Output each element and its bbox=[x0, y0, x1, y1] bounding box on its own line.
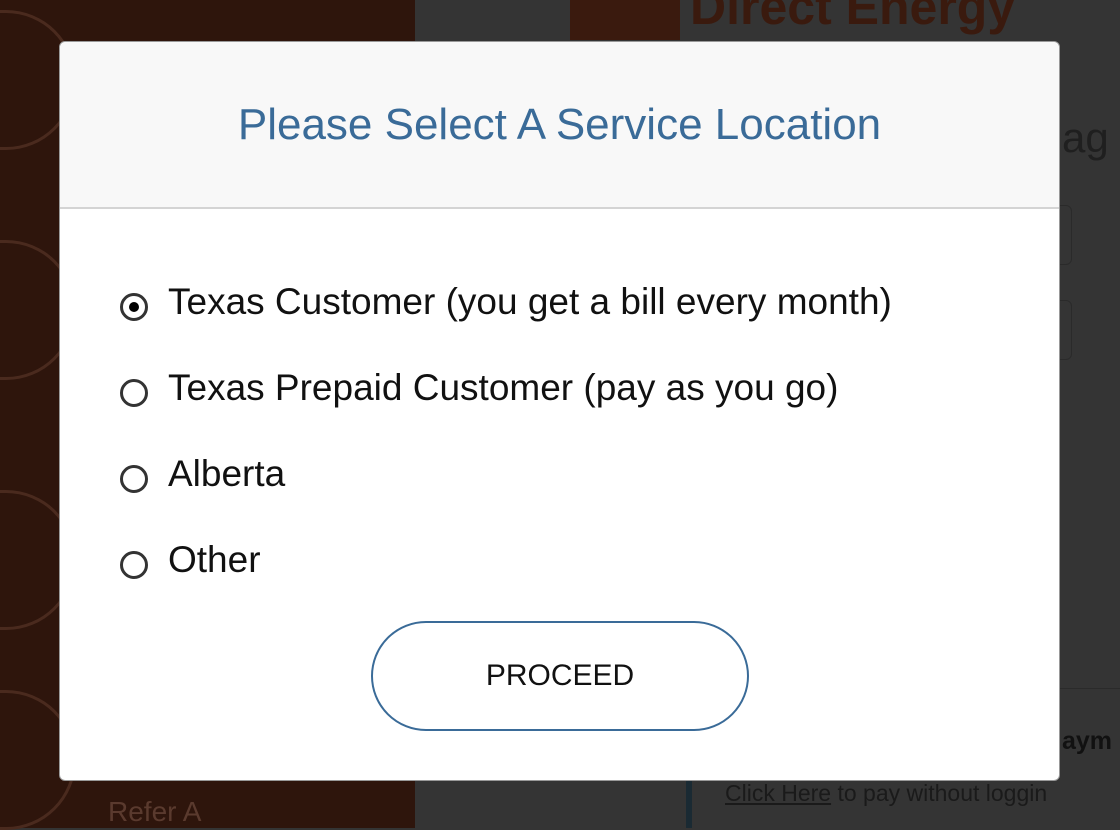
option-label: Texas Prepaid Customer (pay as you go) bbox=[168, 367, 839, 408]
option-alberta[interactable]: Alberta bbox=[120, 433, 1059, 519]
pay-text: to pay without loggin bbox=[831, 780, 1048, 806]
brand-logo: Direct Energy bbox=[690, 0, 1016, 35]
logo-icon bbox=[570, 0, 680, 40]
radio-icon[interactable] bbox=[120, 379, 148, 407]
option-texas-prepaid[interactable]: Texas Prepaid Customer (pay as you go) bbox=[120, 347, 1059, 433]
option-texas-customer[interactable]: Texas Customer (you get a bill every mon… bbox=[120, 261, 1059, 347]
modal-title: Please Select A Service Location bbox=[237, 99, 882, 149]
background-heading: ag bbox=[1062, 114, 1109, 161]
option-label: Texas Customer (you get a bill every mon… bbox=[168, 281, 892, 322]
option-label: Other bbox=[168, 539, 261, 580]
pay-without-login: Click Here to pay without loggin bbox=[725, 780, 1047, 807]
radio-icon[interactable] bbox=[120, 465, 148, 493]
option-label: Alberta bbox=[168, 453, 286, 494]
click-here-link[interactable]: Click Here bbox=[725, 780, 831, 806]
sidebar-item-refer[interactable]: Refer A bbox=[108, 795, 201, 828]
payment-heading: aym bbox=[1062, 727, 1113, 755]
proceed-button[interactable]: PROCEED bbox=[371, 621, 749, 731]
service-location-modal: Please Select A Service Location Texas C… bbox=[59, 41, 1060, 781]
accent-bar bbox=[686, 780, 692, 828]
location-options: Texas Customer (you get a bill every mon… bbox=[60, 209, 1059, 605]
option-other[interactable]: Other bbox=[120, 519, 1059, 605]
radio-icon[interactable] bbox=[120, 551, 148, 579]
modal-header: Please Select A Service Location bbox=[60, 42, 1059, 209]
radio-checked-icon[interactable] bbox=[120, 293, 148, 321]
